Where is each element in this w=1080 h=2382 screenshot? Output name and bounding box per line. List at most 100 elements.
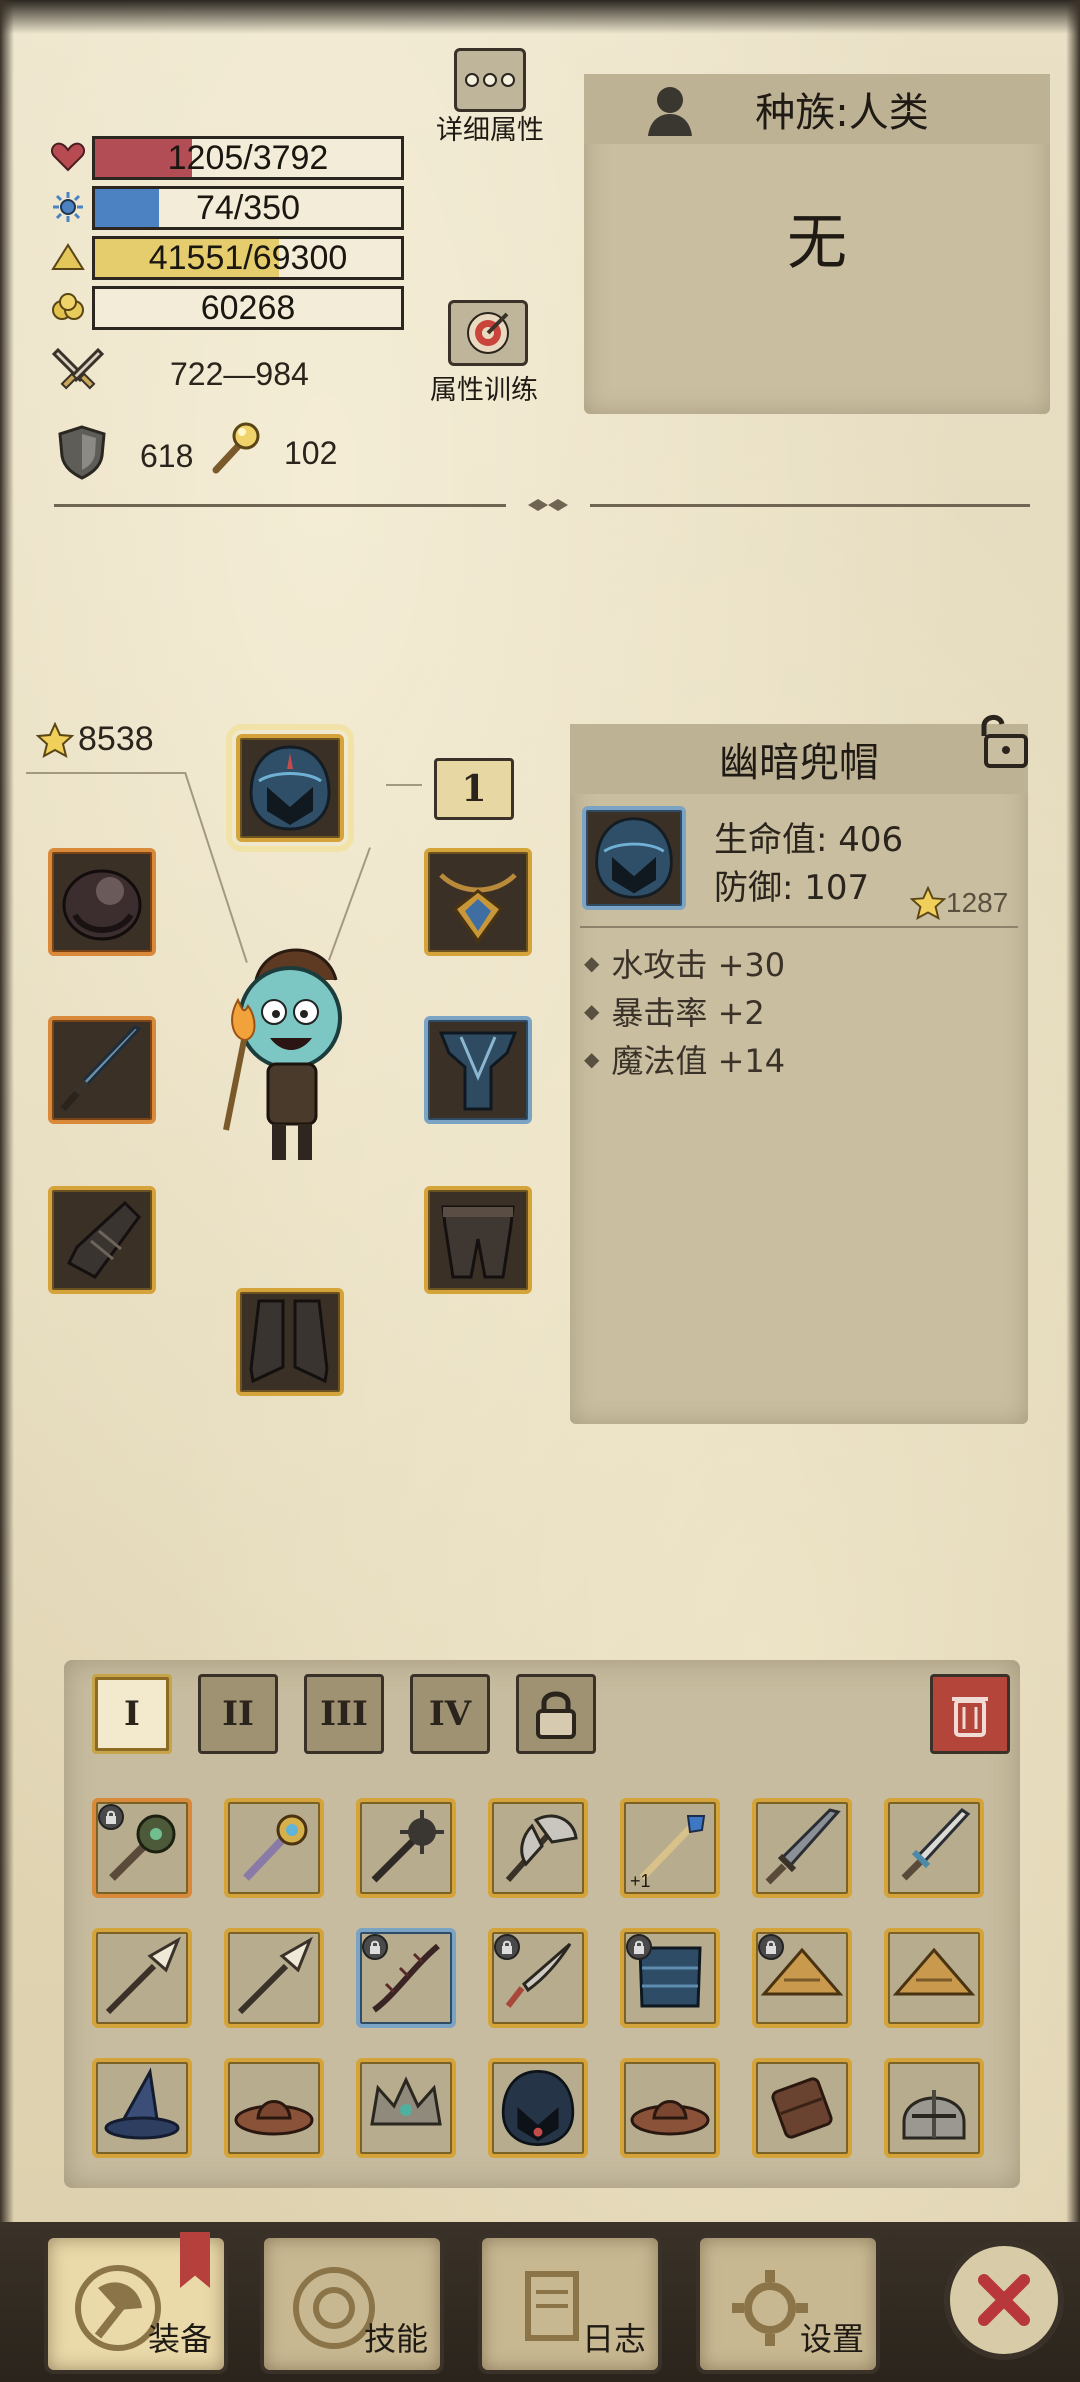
- exp-stat: 41551/69300: [48, 234, 404, 280]
- power-rating: 8538: [36, 720, 154, 759]
- scepter-icon: [243, 1814, 308, 1881]
- feather-hat-icon: [234, 2100, 314, 2136]
- inventory-item-greatsword[interactable]: [752, 1798, 852, 1898]
- bonus-line: ◆ 魔法值 +14: [584, 1036, 785, 1082]
- nav-journal[interactable]: 日志: [478, 2234, 662, 2374]
- inventory-item-dark-hood[interactable]: [488, 2058, 588, 2158]
- inventory-item-mace[interactable]: [92, 1798, 192, 1898]
- close-button[interactable]: [944, 2240, 1064, 2360]
- divider-left: [54, 504, 506, 507]
- attribute-training-button[interactable]: [448, 300, 528, 366]
- bonus-text: 魔法值 +14: [611, 1042, 786, 1080]
- iron-helmet-icon: [902, 2090, 966, 2140]
- target-icon: [467, 312, 509, 354]
- tab-page-2[interactable]: II: [198, 1674, 278, 1754]
- gold-value: 60268: [200, 288, 296, 327]
- close-icon: [978, 2274, 1030, 2326]
- nav-settings[interactable]: 设置: [696, 2234, 880, 2374]
- bookmark-ribbon: [180, 2232, 210, 2288]
- slot-necklace[interactable]: [424, 848, 532, 956]
- wizard-hat-icon: [104, 2067, 180, 2140]
- inventory-item-thorn-whip[interactable]: [356, 1928, 456, 2028]
- inventory-item-wand[interactable]: +1: [620, 1798, 720, 1898]
- hp-value: 1205/3792: [167, 138, 329, 177]
- mana-stat: 74/350: [48, 184, 404, 230]
- chest-armor-icon: [438, 1031, 518, 1111]
- crossed-swords-icon: [51, 344, 105, 404]
- exp-value: 41551/69300: [148, 238, 348, 277]
- tab-page-3[interactable]: III: [304, 1674, 384, 1754]
- tab-page-1[interactable]: I: [92, 1674, 172, 1754]
- power-value: 8538: [78, 720, 154, 758]
- shortsword-icon: [901, 1808, 971, 1881]
- inventory-item-morning-star[interactable]: [356, 1798, 456, 1898]
- divider-right: [590, 504, 1030, 507]
- dark-hood-icon: [249, 745, 331, 831]
- race-label: 种族:人类: [755, 90, 929, 136]
- magic-staff-icon: [206, 420, 264, 486]
- lock-icon: [362, 1934, 388, 1960]
- inventory-item-wizard-hat[interactable]: [92, 2058, 192, 2158]
- character-avatar: [186, 940, 366, 1170]
- lock-icon: [494, 1934, 520, 1960]
- slot-armor[interactable]: [424, 1016, 532, 1124]
- nav-settings-label: 设置: [799, 2320, 864, 2358]
- inventory-item-crown[interactable]: [356, 2058, 456, 2158]
- item-rating-value: 1287: [946, 887, 1009, 918]
- mana-icon: [48, 187, 88, 227]
- attack-stat: 722—984: [51, 344, 309, 404]
- gold-field: 60268: [92, 286, 404, 330]
- detail-attributes-button[interactable]: [454, 48, 526, 112]
- inventory-item-blue-armor[interactable]: [620, 1928, 720, 2028]
- inventory-item-feather-hat[interactable]: [620, 2058, 720, 2158]
- unlock-icon[interactable]: [970, 710, 1030, 768]
- slot-shoulder[interactable]: [48, 848, 156, 956]
- exp-icon: [48, 237, 88, 277]
- race-header: 种族:人类: [584, 74, 1050, 144]
- inventory-item-shortsword[interactable]: [884, 1798, 984, 1898]
- item-hp-line: 生命值: 406: [714, 820, 904, 860]
- right-frame: [1066, 0, 1080, 2382]
- race-panel: 种族:人类 无: [584, 74, 1050, 414]
- nav-skills[interactable]: 技能: [260, 2234, 444, 2374]
- spear-icon: [105, 1936, 181, 2015]
- nav-equipment[interactable]: 装备: [44, 2232, 228, 2374]
- slot-weapon[interactable]: [48, 1016, 156, 1124]
- inventory-item-axe[interactable]: [488, 1798, 588, 1898]
- star-icon: [36, 721, 74, 758]
- nav-journal-label: 日志: [581, 2320, 646, 2358]
- item-name: 幽暗兜帽: [570, 724, 1028, 794]
- heart-icon: [48, 137, 88, 177]
- hp-stat: 1205/3792: [48, 134, 404, 180]
- inventory-item-straw-hat[interactable]: [884, 1928, 984, 2028]
- inventory-item-bracer[interactable]: [752, 2058, 852, 2158]
- bonus-text: 水攻击 +30: [611, 946, 786, 984]
- divider-ornament: [528, 496, 568, 514]
- attribute-training-label[interactable]: 属性训练: [414, 368, 554, 407]
- feather-hat-icon: [630, 2100, 710, 2136]
- detail-divider: [580, 926, 1018, 928]
- slot-boots[interactable]: [236, 1288, 344, 1396]
- magic-value: 102: [284, 434, 338, 471]
- straw-hat-icon: [892, 1947, 976, 1996]
- inventory-item-spear[interactable]: [224, 1928, 324, 2028]
- item-rating: 1287: [910, 886, 1008, 920]
- inventory-item-dagger[interactable]: [488, 1928, 588, 2028]
- bracer-icon: [771, 2077, 833, 2139]
- slot-gloves[interactable]: [48, 1186, 156, 1294]
- gold-icon: [48, 287, 88, 327]
- slot-helmet[interactable]: [226, 724, 354, 852]
- inventory-item-straw-hat[interactable]: [752, 1928, 852, 2028]
- slot-pants[interactable]: [424, 1186, 532, 1294]
- trash-button[interactable]: [930, 1674, 1010, 1754]
- lock-icon: [626, 1934, 652, 1960]
- tab-page-4[interactable]: IV: [410, 1674, 490, 1754]
- inventory-item-helmet[interactable]: [884, 2058, 984, 2158]
- detail-attributes-label[interactable]: 详细属性: [420, 108, 560, 147]
- tab-locked[interactable]: [516, 1674, 596, 1754]
- inventory-item-feather-hat[interactable]: [224, 2058, 324, 2158]
- dark-pauldron-icon: [62, 869, 142, 941]
- battle-axe-icon: [505, 1814, 578, 1882]
- inventory-item-spear[interactable]: [92, 1928, 192, 2028]
- inventory-item-scepter[interactable]: [224, 1798, 324, 1898]
